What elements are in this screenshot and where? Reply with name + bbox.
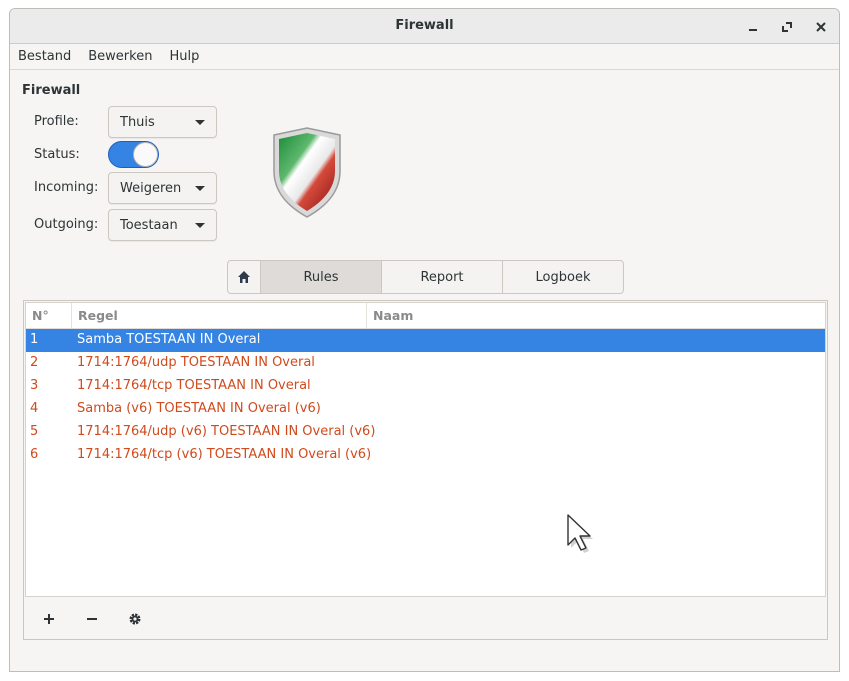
row-number: 5 [30,424,39,439]
table-row[interactable]: 3 1714:1764/tcp TOESTAAN IN Overal [26,375,825,398]
rules-list[interactable]: N° Regel Naam 1 Samba TOESTAAN IN Overal… [25,302,826,597]
tab-home[interactable] [228,261,261,293]
mouse-cursor-icon [567,514,593,553]
rule-settings-button[interactable] [122,606,148,632]
row-rule: Samba (v6) TOESTAAN IN Overal (v6) [77,401,321,416]
chevron-down-icon [195,120,205,125]
row-rule: 1714:1764/udp TOESTAAN IN Overal [77,355,315,370]
home-icon [238,271,250,283]
column-header-rule[interactable]: Regel [78,308,118,323]
minimize-icon [749,29,757,31]
chevron-down-icon [195,223,205,228]
tab-report[interactable]: Report [382,261,503,293]
tab-logboek[interactable]: Logboek [503,261,623,293]
rules-panel: N° Regel Naam 1 Samba TOESTAAN IN Overal… [23,300,828,640]
maximize-button[interactable] [776,16,798,38]
remove-icon [87,618,97,620]
table-row[interactable]: 5 1714:1764/udp (v6) TOESTAAN IN Overal … [26,421,825,444]
toggle-knob [133,142,158,167]
menu-bestand[interactable]: Bestand [18,49,80,64]
add-icon [44,614,54,624]
chevron-down-icon [195,186,205,191]
tab-rules[interactable]: Rules [261,261,382,293]
window-title: Firewall [395,18,454,33]
incoming-label: Incoming: [34,180,99,195]
outgoing-label: Outgoing: [34,217,99,232]
outgoing-value: Toestaan [120,217,178,233]
row-number: 3 [30,378,39,393]
profile-value: Thuis [120,114,155,130]
shield-icon [273,127,341,218]
row-rule: 1714:1764/tcp (v6) TOESTAAN IN Overal (v… [77,447,372,462]
list-header: N° Regel Naam [26,303,825,329]
row-rule: 1714:1764/tcp TOESTAAN IN Overal [77,378,311,393]
row-number: 6 [30,447,39,462]
minimize-button[interactable] [742,16,764,38]
add-rule-button[interactable] [36,606,62,632]
menu-bar: Bestand Bewerken Hulp [10,44,839,70]
status-label: Status: [34,147,80,162]
table-row[interactable]: 4 Samba (v6) TOESTAAN IN Overal (v6) [26,398,825,421]
row-number: 4 [30,401,39,416]
gear-icon [129,613,141,625]
table-row[interactable]: 1 Samba TOESTAAN IN Overal [26,329,825,352]
maximize-icon [782,22,792,32]
row-number: 2 [30,355,39,370]
menu-bewerken[interactable]: Bewerken [88,49,161,64]
incoming-dropdown[interactable]: Weigeren [108,172,217,204]
tab-bar: Rules Report Logboek [227,260,624,294]
column-header-number[interactable]: N° [32,308,49,323]
rules-toolbar [24,598,827,638]
profile-label: Profile: [34,114,79,129]
close-icon [816,22,826,32]
column-separator [366,303,367,328]
profile-dropdown[interactable]: Thuis [108,106,217,138]
incoming-value: Weigeren [120,180,182,196]
column-header-name[interactable]: Naam [373,308,413,323]
table-row[interactable]: 2 1714:1764/udp TOESTAAN IN Overal [26,352,825,375]
firewall-window: Firewall Bestand Bewerken Hulp Firewall … [9,8,840,672]
outgoing-dropdown[interactable]: Toestaan [108,209,217,241]
status-toggle[interactable] [108,141,159,168]
column-separator [71,303,72,328]
title-bar: Firewall [10,9,839,44]
table-row[interactable]: 6 1714:1764/tcp (v6) TOESTAAN IN Overal … [26,444,825,467]
close-button[interactable] [810,16,832,38]
row-rule: 1714:1764/udp (v6) TOESTAAN IN Overal (v… [77,424,376,439]
row-number: 1 [30,332,39,347]
menu-hulp[interactable]: Hulp [169,49,208,64]
row-rule: Samba TOESTAAN IN Overal [77,332,261,347]
section-title: Firewall [22,83,81,98]
remove-rule-button[interactable] [79,606,105,632]
